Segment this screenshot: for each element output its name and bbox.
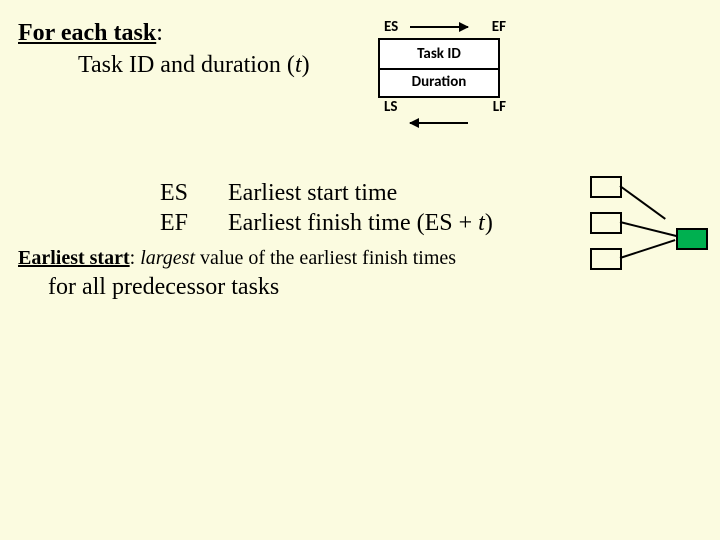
header-line-1: For each task: [18,18,163,48]
node-task-id: Task ID [380,45,498,63]
bottom-arrow-icon [410,122,468,124]
task-id-duration-t: t [295,52,302,78]
conn-2 [620,221,677,237]
node-box: Task ID Duration [378,38,500,98]
task-id-duration-a: Task ID and duration ( [78,52,295,78]
node-es-label: ES [384,18,398,36]
conn-3 [620,239,676,259]
note-line-2: for all predecessor tasks [48,272,279,302]
note-line-1: Earliest start: largest value of the ear… [18,246,456,271]
def-ef-text: Earliest finish time (ES + t) [228,208,493,238]
node-diagram: ES EF Task ID Duration LS LF [370,18,520,138]
note-largest: largest [140,247,195,269]
note-colon: : [130,247,141,269]
def-es-text: Earliest start time [228,178,397,208]
pred-box-2 [590,212,622,234]
node-ls-label: LS [384,98,397,116]
pred-box-3 [590,248,622,270]
task-id-duration-b: ) [302,52,310,78]
node-lf-label: LF [493,98,506,116]
predecessor-diagram [580,170,720,290]
def-es-abbr: ES [160,178,188,208]
node-ef-label: EF [492,18,506,36]
conn-1 [619,185,665,220]
def-ef-abbr: EF [160,208,188,238]
for-each-task: For each task [18,20,156,46]
note-tail1: value of the earliest finish times [195,247,456,269]
slide: For each task: Task ID and duration (t) … [0,0,720,540]
pred-box-1 [590,176,622,198]
for-each-task-colon: : [156,20,163,46]
node-divider [380,68,498,70]
header-line-2: Task ID and duration (t) [78,50,310,80]
def-ef-text-t: t [478,210,485,236]
node-duration: Duration [380,73,498,91]
note-lead: Earliest start [18,247,130,269]
def-ef-text-b: ) [485,210,493,236]
succ-box [676,228,708,250]
def-ef-text-a: Earliest finish time (ES + [228,210,478,236]
top-arrow-icon [410,26,468,28]
